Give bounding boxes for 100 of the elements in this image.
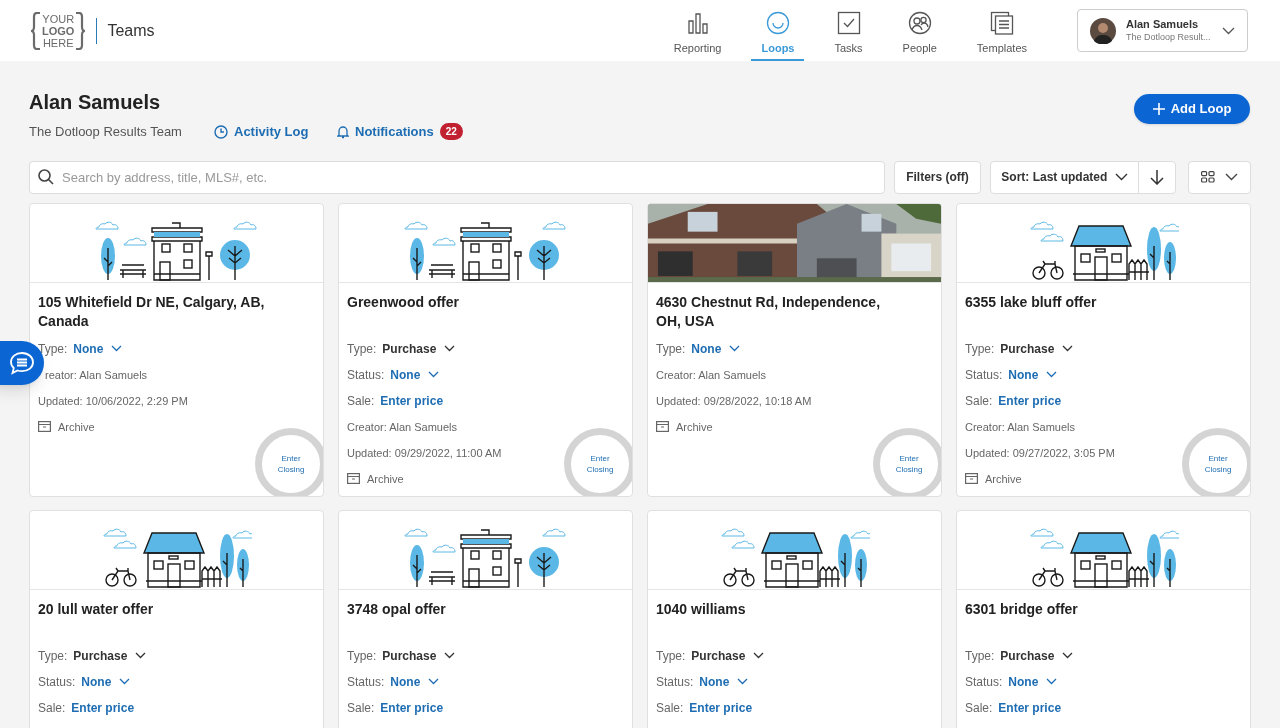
enter-price-link[interactable]: Enter price [380, 392, 444, 409]
enter-price-link[interactable]: Enter price [380, 699, 444, 716]
archive-icon [965, 473, 978, 484]
nav-tab[interactable]: People [892, 10, 947, 61]
loop-card[interactable]: 1040 williams Type: Purchase Status: None Sale: Enter price [647, 509, 942, 728]
enter-closing-button[interactable]: Enter Closing [564, 427, 632, 496]
field-dropdown[interactable]: Purchase [691, 647, 765, 664]
archive-icon [347, 473, 360, 484]
loop-title[interactable]: 105 Whitefield Dr NE, Calgary, AB, Canada [38, 292, 315, 331]
bell-icon [337, 124, 349, 139]
archive-icon [656, 421, 669, 432]
archive-icon [38, 421, 51, 432]
enter-closing-button[interactable]: Enter Closing [1182, 427, 1250, 496]
field-dropdown[interactable]: Purchase [382, 647, 456, 664]
chevron-down-icon [119, 678, 131, 685]
chevron-down-icon [444, 652, 456, 659]
field-label: Type: [38, 647, 68, 664]
chevron-down-icon [729, 345, 741, 352]
layout-dropdown[interactable] [1188, 160, 1251, 194]
loop-title[interactable]: 6301 bridge offer [965, 599, 1242, 638]
field-label: Type: [656, 340, 686, 357]
field-label: Status: [347, 673, 385, 690]
archive-button[interactable]: Archive [656, 418, 713, 435]
user-name: Alan Samuels [1126, 17, 1200, 31]
field-label: Sale: [656, 699, 684, 716]
enter-price-link[interactable]: Enter price [71, 699, 135, 716]
field-dropdown[interactable]: Purchase [1000, 647, 1074, 664]
user-menu[interactable]: Alan Samuels The Dotloop Result... [1077, 9, 1248, 52]
people-icon [907, 10, 932, 35]
field-dropdown[interactable]: Purchase [382, 340, 456, 357]
loop-card[interactable]: 20 lull water offer Type: Purchase Status: None Sale: Enter price [29, 509, 324, 728]
field-dropdown[interactable]: None [691, 340, 741, 357]
loop-card[interactable]: Greenwood offer Type: Purchase Status: None Sale: Enter price Creator: Alan Samuels Updated: 09/29/2022, 11:00 AM Archive Enter Closing [338, 202, 633, 497]
field-label: Type: [347, 340, 377, 357]
loop-title[interactable]: 4630 Chestnut Rd, Independence, OH, USA [656, 292, 933, 331]
loop-title[interactable]: Greenwood offer [347, 292, 624, 331]
loop-card[interactable]: 3748 opal offer Type: Purchase Status: None Sale: Enter price [338, 509, 633, 728]
field-dropdown[interactable]: Purchase [73, 647, 147, 664]
arrow-down-icon [1150, 169, 1165, 185]
field-dropdown[interactable]: None [390, 673, 440, 690]
chevron-down-icon [1225, 173, 1239, 181]
field-label: Status: [965, 673, 1003, 690]
chevron-down-icon [1062, 345, 1074, 352]
field-label: Sale: [347, 699, 375, 716]
field-dropdown[interactable]: None [390, 366, 440, 383]
chevron-down-icon [135, 652, 147, 659]
loop-card[interactable]: 6355 lake bluff offer Type: Purchase Status: None Sale: Enter price Creator: Alan Samuels Updated: 09/27/2022, 3:05 PM Archive Enter Closing [956, 202, 1251, 497]
loop-title[interactable]: 1040 williams [656, 599, 933, 638]
chevron-down-icon [111, 345, 123, 352]
field-dropdown[interactable]: None [1008, 673, 1058, 690]
add-loop-button[interactable]: Add Loop [1134, 94, 1250, 124]
info-text: Creator: Alan Samuels [965, 419, 1076, 435]
loop-card[interactable]: 6301 bridge offer Type: Purchase Status: None Sale: Enter price [956, 509, 1251, 728]
loop-card[interactable]: 105 Whitefield Dr NE, Calgary, AB, Canada Type: None reator: Alan Samuels Updated: 10/06/2022, 2:29 PM Archive Enter Closing [29, 202, 324, 497]
field-label: Status: [656, 673, 694, 690]
enter-price-link[interactable]: Enter price [689, 699, 753, 716]
info-text: reator: Alan Samuels [45, 367, 148, 383]
right-brace-icon [75, 11, 87, 50]
chevron-down-icon [428, 678, 440, 685]
enter-price-link[interactable]: Enter price [998, 699, 1062, 716]
loop-title[interactable]: 20 lull water offer [38, 599, 315, 638]
nav-tab[interactable]: Tasks [824, 10, 873, 61]
enter-closing-button[interactable]: Enter Closing [255, 427, 323, 496]
activity-log-link[interactable]: Activity Log [214, 122, 337, 142]
clock-icon [214, 124, 228, 139]
nav-tab[interactable]: Reporting [663, 10, 732, 61]
section-title: Teams [107, 20, 155, 41]
field-label: Type: [347, 647, 377, 664]
archive-button[interactable]: Archive [38, 418, 95, 435]
notification-count: 22 [439, 123, 463, 141]
filters-button[interactable]: Filters (off) [893, 160, 982, 194]
loop-title[interactable]: 6355 lake bluff offer [965, 292, 1242, 331]
loop-title[interactable]: 3748 opal offer [347, 599, 624, 638]
enter-closing-button[interactable]: Enter Closing [873, 427, 941, 496]
field-dropdown[interactable]: None [1008, 366, 1058, 383]
field-label: Type: [965, 340, 995, 357]
info-text: Updated: 10/06/2022, 2:29 PM [38, 393, 188, 409]
page-title: Alan Samuels [29, 91, 162, 113]
archive-button[interactable]: Archive [965, 470, 1022, 487]
plus-icon [1152, 103, 1165, 115]
field-label: Sale: [347, 392, 375, 409]
loop-card[interactable]: 4630 Chestnut Rd, Independence, OH, USA Type: None Creator: Alan Samuels Updated: 09/28/2022, 10:18 AM Archive Enter Closing [647, 202, 942, 497]
field-label: Type: [38, 340, 68, 357]
logo-text: HERE [42, 36, 74, 49]
chevron-down-icon [1222, 26, 1235, 35]
field-dropdown[interactable]: None [73, 340, 123, 357]
grid-icon [1201, 171, 1216, 183]
field-label: Type: [656, 647, 686, 664]
nav-tab[interactable]: Templates [966, 10, 1037, 61]
field-dropdown[interactable]: Purchase [1000, 340, 1074, 357]
archive-button[interactable]: Archive [347, 470, 404, 487]
search-field[interactable]: Search by address, title, MLS#, etc. [29, 160, 885, 194]
field-dropdown[interactable]: None [81, 673, 131, 690]
field-label: Status: [347, 366, 385, 383]
enter-price-link[interactable]: Enter price [998, 392, 1062, 409]
chevron-down-icon [1046, 371, 1058, 378]
smile-icon [765, 10, 790, 35]
field-dropdown[interactable]: None [699, 673, 749, 690]
chat-icon [9, 351, 35, 375]
notifications-link[interactable]: Notifications [337, 122, 434, 142]
